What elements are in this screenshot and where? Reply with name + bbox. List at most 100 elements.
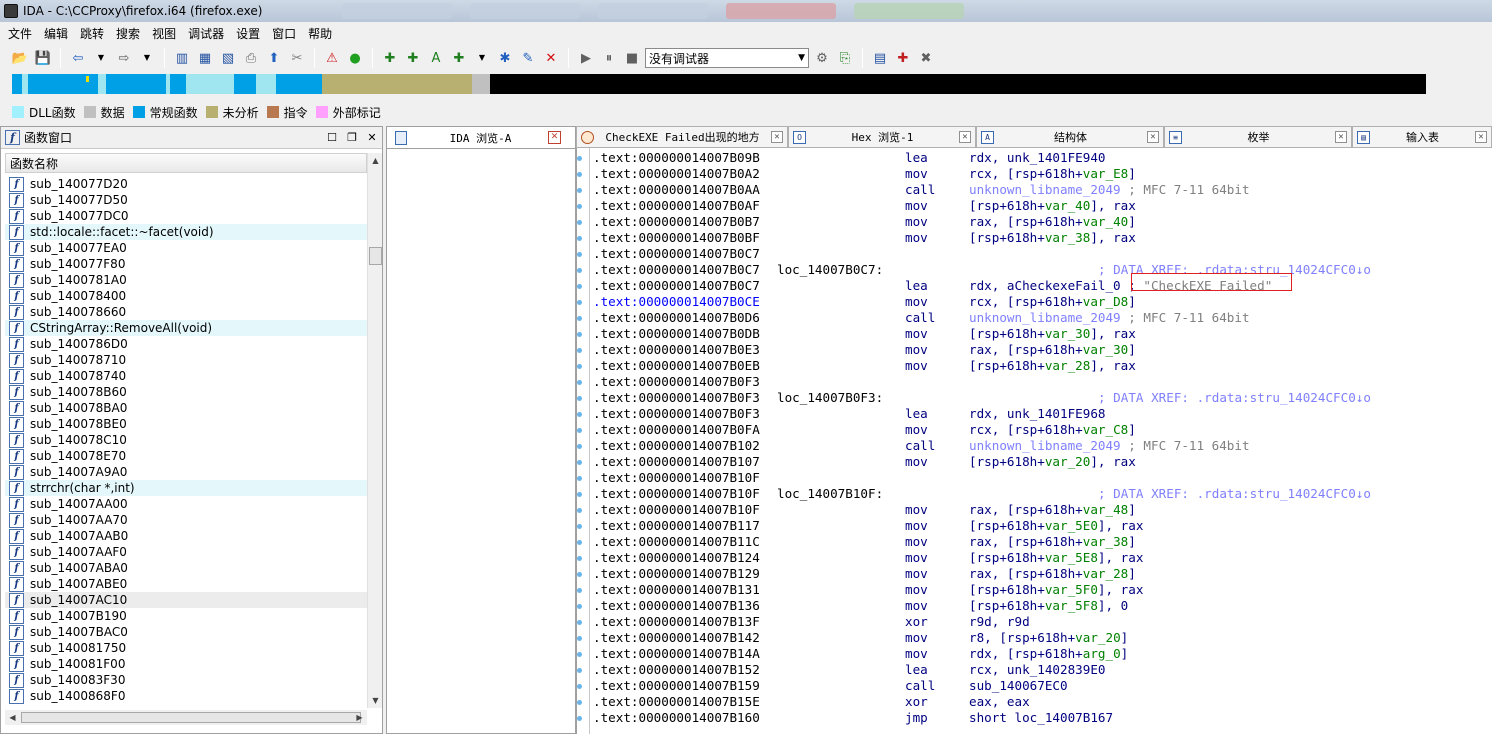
disassembly-line[interactable]: .text:000000014007B0F3 loc_14007B0F3: ; DA… [593,390,1492,406]
breakpoint-dot[interactable] [577,540,582,545]
navigation-band-segment[interactable] [166,74,170,94]
operands[interactable]: [rsp+618h+var_28], rax [969,358,1136,374]
breakpoint-dot[interactable] [577,460,582,465]
navigation-band-segment[interactable] [170,74,186,94]
breakpoint-dot[interactable] [577,348,582,353]
disassembly-line[interactable]: .text:000000014007B13F xor r9d, r9d [593,614,1492,630]
operands[interactable]: rdx, unk_1401FE940 [969,150,1105,166]
function-list-item[interactable]: f sub_14007BAC0 [5,624,367,640]
operands[interactable]: rax, [rsp+618h+var_28] [969,566,1136,582]
chevron-down-icon[interactable]: ▼ [137,48,157,68]
breakpoint-dot[interactable] [577,156,582,161]
operands[interactable]: unknown_libname_2049 ; MFC 7-11 64bit [969,438,1250,454]
disassembly-line[interactable]: .text:000000014007B0DB mov [rsp+618h+var_3… [593,326,1492,342]
disassembly-line[interactable]: .text:000000014007B124 mov [rsp+618h+var_5… [593,550,1492,566]
breakpoint-dot[interactable] [577,652,582,657]
breakpoint-dot[interactable] [577,700,582,705]
function-list-item[interactable]: f sub_140078BE0 [5,416,367,432]
function-list-item[interactable]: f sub_14007ABA0 [5,560,367,576]
operands[interactable]: rax, [rsp+618h+var_30] [969,342,1136,358]
menu-item[interactable]: 视图 [148,25,184,42]
xref-comment[interactable]: ; DATA XREF: .rdata:stru_14024CFC0↓o [1098,486,1371,502]
pause-icon[interactable]: ⏸ [599,48,619,68]
breakpoint-dot[interactable] [577,364,582,369]
close-icon[interactable]: ✕ [548,131,561,144]
function-list-item[interactable]: f sub_140078660 [5,304,367,320]
create-string-icon[interactable]: A [426,48,446,68]
disassembly-line[interactable]: .text:000000014007B129 mov rax, [rsp+618h+… [593,566,1492,582]
function-list-item[interactable]: f sub_14007ABE0 [5,576,367,592]
function-list-item[interactable]: f sub_1400781A0 [5,272,367,288]
navigation-band-segment[interactable] [322,74,472,94]
function-list-item[interactable]: f std::locale::facet::~facet(void) [5,224,367,240]
menu-item[interactable]: 跳转 [76,25,112,42]
remove-breakpoint-icon[interactable]: ✖ [916,48,936,68]
operands[interactable]: rcx, [rsp+618h+var_E8] [969,166,1136,182]
disassembly-line[interactable]: .text:000000014007B0C7 lea rdx, aCheckexeF… [593,278,1492,294]
breakpoint-dot[interactable] [577,444,582,449]
play-icon[interactable]: ▶ [576,48,596,68]
function-list-item[interactable]: f sub_140077D20 [5,176,367,192]
breakpoint-dot[interactable] [577,636,582,641]
breakpoint-dot[interactable] [577,412,582,417]
navigation-band-segment[interactable] [276,74,322,94]
breakpoint-dot[interactable] [577,204,582,209]
breakpoint-dot[interactable] [577,268,582,273]
function-list-item[interactable]: f sub_140078710 [5,352,367,368]
menu-item[interactable]: 文件 [4,25,40,42]
restore-icon[interactable]: ☐ [322,131,342,144]
navigation-band-segment[interactable] [12,74,22,94]
function-list-item[interactable]: f sub_14007AA70 [5,512,367,528]
disassembly-line[interactable]: .text:000000014007B0EB mov [rsp+618h+var_2… [593,358,1492,374]
menu-item[interactable]: 调试器 [184,25,232,42]
back-arrow-icon[interactable]: ⇦ [68,48,88,68]
function-list-item[interactable]: f sub_14007AA00 [5,496,367,512]
breakpoint-dot[interactable] [577,476,582,481]
disassembly-line[interactable]: .text:000000014007B09B lea rdx, unk_1401FE… [593,150,1492,166]
disassembly-line[interactable]: .text:000000014007B102 call unknown_libnam… [593,438,1492,454]
function-list-item[interactable]: f sub_140078E70 [5,448,367,464]
operands[interactable]: [rsp+618h+var_5F0], rax [969,582,1143,598]
breakpoint-dot[interactable] [577,316,582,321]
operands[interactable]: [rsp+618h+var_40], rax [969,198,1136,214]
disassembly-line[interactable]: .text:000000014007B0BF mov [rsp+618h+var_3… [593,230,1492,246]
operands[interactable]: [rsp+618h+var_20], rax [969,454,1136,470]
navigation-band-segment[interactable] [106,74,166,94]
operands[interactable]: r9d, r9d [969,614,1030,630]
step-into-icon[interactable]: ⎘ [835,48,855,68]
disassembly-line[interactable]: .text:000000014007B0F3 lea rdx, unk_1401FE… [593,406,1492,422]
disassembly-line[interactable]: .text:000000014007B0AA call unknown_libnam… [593,182,1492,198]
function-list-item[interactable]: f sub_14007B190 [5,608,367,624]
code-label[interactable]: loc_14007B10F: [777,486,883,502]
navigation-band-segment[interactable] [22,74,28,94]
navigation-band-segment[interactable] [490,74,1426,94]
disassembly-line[interactable]: .text:000000014007B0B7 mov rax, [rsp+618h+… [593,214,1492,230]
function-list-item[interactable]: f strrchr(char *,int) [5,480,367,496]
float-icon[interactable]: ❐ [342,131,362,144]
function-list-item[interactable]: f sub_140077F80 [5,256,367,272]
disassembly-line[interactable]: .text:000000014007B10F [593,470,1492,486]
background-tab[interactable] [342,3,453,19]
create-enum-icon[interactable]: ✱ [495,48,515,68]
background-tab[interactable] [854,3,965,19]
function-list-item[interactable]: f sub_1400786D0 [5,336,367,352]
breakpoint-dot[interactable] [577,252,582,257]
forward-arrow-icon[interactable]: ⇨ [114,48,134,68]
close-icon[interactable]: ✕ [771,131,783,143]
open-file-icon[interactable]: 📂 [10,48,30,68]
function-list-item[interactable]: f sub_140078740 [5,368,367,384]
disassembly-line[interactable]: .text:000000014007B142 mov r8, [rsp+618h+v… [593,630,1492,646]
operands[interactable]: [rsp+618h+var_5E8], rax [969,550,1143,566]
function-list-item[interactable]: f sub_140077DC0 [5,208,367,224]
disassembly-line[interactable]: .text:000000014007B160 jmp short loc_14007… [593,710,1492,726]
operands[interactable]: [rsp+618h+var_38], rax [969,230,1136,246]
disassembly-line[interactable]: .text:000000014007B10F loc_14007B10F: ; DA… [593,486,1492,502]
menu-item[interactable]: 搜索 [112,25,148,42]
disassembly-line[interactable]: .text:000000014007B0C7 [593,246,1492,262]
disassembly-line[interactable]: .text:000000014007B117 mov [rsp+618h+var_5… [593,518,1492,534]
search-immediate-icon[interactable]: ▧ [218,48,238,68]
function-list-item[interactable]: f sub_140078C10 [5,432,367,448]
subview-tab[interactable]: ≡ 枚举 ✕ [1164,126,1352,148]
background-tab[interactable] [470,3,581,19]
function-list-item[interactable]: f sub_14007AC10 [5,592,367,608]
